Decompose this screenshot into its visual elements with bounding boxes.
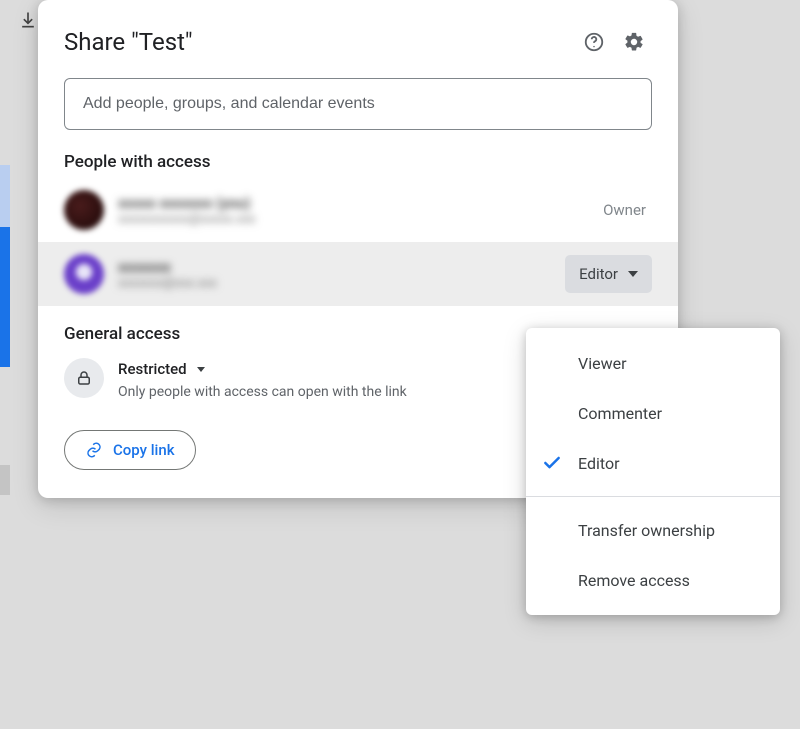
role-label-owner: Owner [603,201,652,219]
person-row: xxxxx xxxxxxx (you) xxxxxxxxxxx@xxxxx.xx… [38,178,678,242]
person-name: xxxxx xxxxxxx (you) [118,194,603,212]
background-stripe [0,227,10,367]
chevron-down-icon [628,271,638,277]
check-icon [542,453,562,473]
chevron-down-icon [197,367,205,372]
people-section-title: People with access [38,144,678,178]
person-email: xxxxxxx@xxx.xxx [118,276,565,291]
avatar [64,190,104,230]
dialog-title: Share "Test" [64,28,574,56]
role-dropdown-label: Editor [579,265,618,283]
menu-item-viewer[interactable]: Viewer [526,338,780,388]
person-info: xxxxx xxxxxxx (you) xxxxxxxxxxx@xxxxx.xx… [118,194,603,227]
copy-link-label: Copy link [113,441,175,459]
person-email: xxxxxxxxxxx@xxxxx.xxx [118,212,603,227]
menu-item-editor[interactable]: Editor [526,438,780,488]
general-access-mode: Restricted [118,360,187,378]
background-stripe [0,165,10,227]
menu-divider [526,496,780,497]
link-icon [85,441,103,459]
copy-link-button[interactable]: Copy link [64,430,196,470]
add-people-row [38,78,678,144]
menu-item-commenter[interactable]: Commenter [526,388,780,438]
add-people-input[interactable] [64,78,652,130]
role-dropdown[interactable]: Editor [565,255,652,293]
dialog-header: Share "Test" [38,0,678,78]
role-dropdown-menu: Viewer Commenter Editor Transfer ownersh… [526,328,780,615]
person-info: xxxxxxx xxxxxxx@xxx.xxx [118,258,565,291]
lock-icon [64,358,104,398]
person-row: xxxxxxx xxxxxxx@xxx.xxx Editor [38,242,678,306]
menu-item-transfer-ownership[interactable]: Transfer ownership [526,505,780,555]
gear-icon[interactable] [614,22,654,62]
avatar [64,254,104,294]
download-icon[interactable] [18,10,38,30]
person-name: xxxxxxx [118,258,565,276]
menu-item-remove-access[interactable]: Remove access [526,555,780,605]
background-stripe [0,465,10,495]
help-icon[interactable] [574,22,614,62]
